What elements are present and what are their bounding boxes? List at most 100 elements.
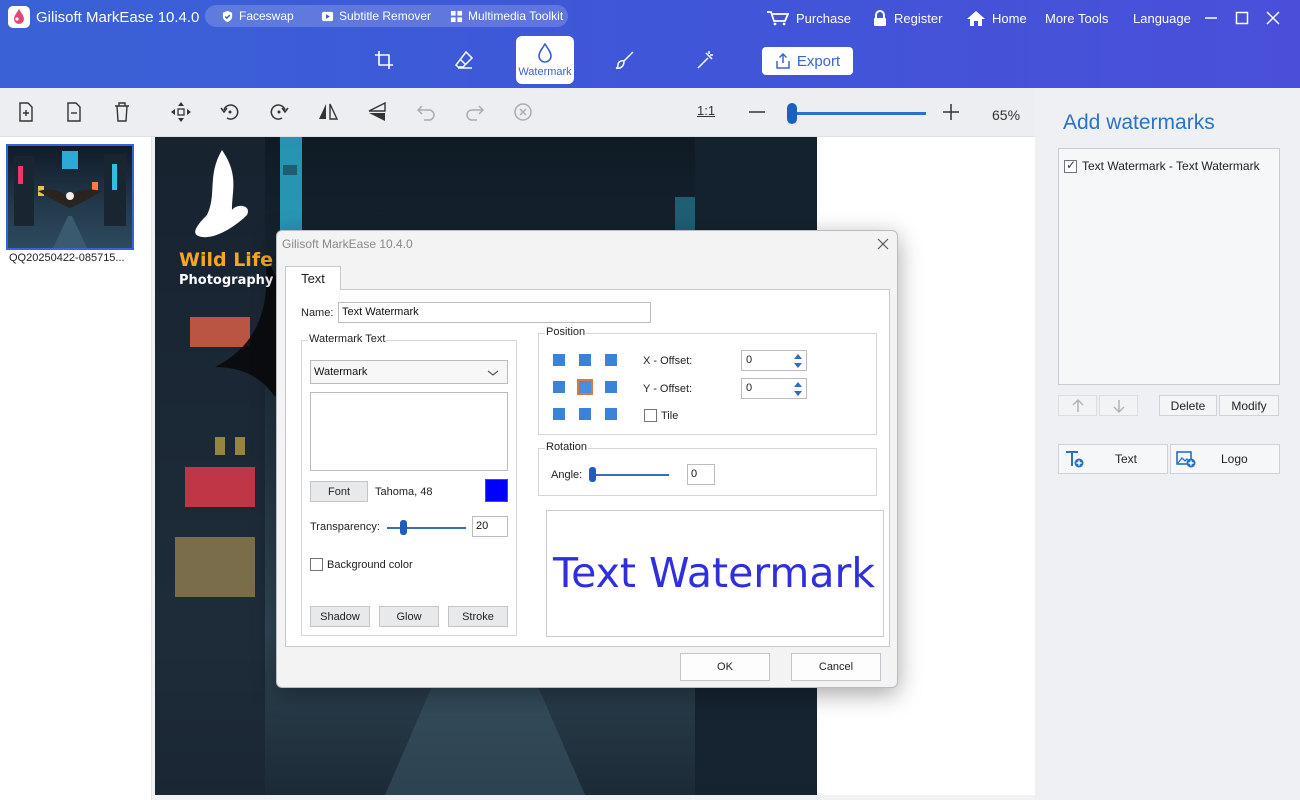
move-up-button[interactable] [1058,395,1097,416]
transparency-slider-track[interactable] [387,527,466,529]
subtitle-remover-link[interactable]: Subtitle Remover [321,8,431,24]
glow-button[interactable]: Glow [379,606,439,627]
cancel-circle-icon[interactable] [511,100,535,124]
tab-eraser[interactable] [435,36,493,84]
tab-watermark[interactable]: Watermark [516,36,574,84]
tab-crop[interactable] [355,36,413,84]
redo-icon[interactable] [463,100,487,124]
add-image-icon [1176,451,1196,468]
add-logo-button[interactable]: Logo [1170,444,1280,474]
delete-button[interactable]: Delete [1159,395,1217,416]
logo-line-1: Wild Life [179,249,273,271]
play-icon [321,11,334,21]
multimedia-toolkit-label: Multimedia Toolkit [468,9,564,23]
position-top-right[interactable] [605,354,617,366]
rotate-left-icon[interactable] [218,100,242,124]
cart-icon [767,11,790,26]
eraser-icon [455,50,474,69]
add-text-button[interactable]: Text [1058,444,1168,474]
position-bottom-center[interactable] [579,408,591,420]
flip-horizontal-icon[interactable] [316,100,340,124]
position-top-left[interactable] [553,354,565,366]
rotate-right-icon[interactable] [267,100,291,124]
home-label: Home [992,10,1027,26]
purchase-link[interactable]: Purchase [766,9,851,27]
close-window-icon[interactable] [1263,8,1283,28]
position-middle-left[interactable] [553,381,565,393]
angle-slider-handle[interactable] [589,467,596,482]
background-color-label: Background color [327,559,413,571]
x-offset-up-icon[interactable] [792,352,804,361]
zoom-slider-handle[interactable] [787,103,797,124]
stroke-button[interactable]: Stroke [448,606,508,627]
close-icon[interactable] [875,236,891,252]
tab-brush[interactable] [596,36,654,84]
thumbnail-filename: QQ20250422-085715... [9,252,125,264]
transparency-field[interactable]: 20 [472,516,508,537]
register-label: Register [894,10,943,26]
faceswap-link[interactable]: Faceswap [221,8,294,24]
y-offset-label: Y - Offset: [643,383,693,395]
x-offset-label: X - Offset: [643,355,693,367]
x-offset-stepper[interactable]: 0 [741,350,807,371]
zoom-slider-track[interactable] [791,112,926,115]
transparency-slider-handle[interactable] [400,520,407,535]
shadow-button[interactable]: Shadow [310,606,370,627]
watermark-item-label: Text Watermark - Text Watermark [1082,159,1260,173]
angle-field[interactable]: 0 [687,464,715,485]
export-button[interactable]: Export [762,47,853,75]
home-link[interactable]: Home [966,9,1027,27]
tile-checkbox[interactable] [644,409,657,422]
font-button[interactable]: Font [310,481,368,502]
arrow-down-icon [1113,399,1124,413]
position-top-center[interactable] [579,354,591,366]
move-down-button[interactable] [1099,395,1138,416]
modify-button[interactable]: Modify [1219,395,1279,416]
ok-button[interactable]: OK [680,653,770,681]
watermark-checkbox[interactable] [1064,158,1077,173]
image-thumbnail[interactable] [6,144,134,250]
minimize-icon[interactable] [1201,8,1221,28]
y-offset-up-icon[interactable] [792,380,804,389]
font-color-swatch[interactable] [485,479,508,502]
watermark-list: Text Watermark - Text Watermark [1058,148,1280,385]
y-offset-down-icon[interactable] [792,389,804,398]
watermark-text-area[interactable] [310,392,508,471]
remove-file-icon[interactable] [62,100,86,124]
lock-icon [874,9,886,26]
list-item[interactable]: Text Watermark - Text Watermark [1064,158,1260,173]
preview-text: Text Watermark [553,549,876,597]
app-title: Gilisoft MarkEase 10.4.0 [36,9,200,26]
y-offset-stepper[interactable]: 0 [741,378,807,399]
maximize-icon[interactable] [1232,8,1252,28]
tab-magic-wand[interactable] [676,36,734,84]
position-middle-right[interactable] [605,381,617,393]
position-bottom-left[interactable] [553,408,565,420]
position-middle-center[interactable] [577,379,593,395]
actual-size-button[interactable]: 1:1 [697,103,715,118]
angle-slider-track[interactable] [589,474,669,476]
trash-icon[interactable] [110,100,134,124]
x-offset-down-icon[interactable] [792,361,804,370]
watermark-text-select[interactable]: Watermark [310,360,508,384]
flip-vertical-icon[interactable] [365,100,389,124]
name-field[interactable]: Text Watermark [338,302,651,323]
y-offset-value: 0 [746,382,753,394]
add-file-icon[interactable] [14,100,38,124]
purchase-label: Purchase [796,10,851,26]
background-color-checkbox[interactable] [310,558,323,571]
watermark-panel: Add watermarks Text Watermark - Text Wat… [1035,88,1300,800]
register-link[interactable]: Register [872,9,942,27]
undo-icon[interactable] [414,100,438,124]
language-link[interactable]: Language [1133,9,1191,27]
more-tools-link[interactable]: More Tools [1045,9,1108,27]
cancel-button[interactable]: Cancel [791,653,881,681]
arrow-up-icon [1072,398,1083,412]
zoom-in-icon[interactable] [939,100,963,124]
zoom-out-icon[interactable] [745,100,769,124]
position-bottom-right[interactable] [605,408,617,420]
tab-text[interactable]: Text [285,266,341,290]
multimedia-toolkit-link[interactable]: Multimedia Toolkit [450,8,563,24]
watermark-text-group-title: Watermark Text [308,333,387,345]
move-icon[interactable] [169,100,193,124]
